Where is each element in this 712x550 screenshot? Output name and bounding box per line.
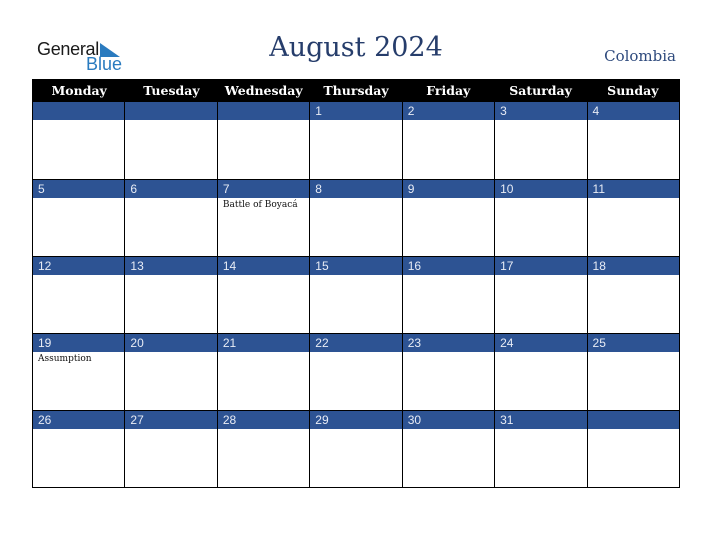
- day-number: 22: [310, 334, 402, 352]
- day-number: 9: [402, 180, 495, 198]
- day-number: 18: [587, 257, 679, 275]
- day-number: 5: [33, 180, 125, 198]
- day-number: 19: [33, 334, 125, 352]
- day-number: 28: [217, 411, 310, 429]
- weekday-label: Wednesday: [224, 83, 303, 98]
- weekday-header: Monday Tuesday Wednesday Thursday Friday…: [33, 80, 679, 102]
- day-cell[interactable]: 22: [309, 333, 402, 410]
- weekday-label: Saturday: [509, 83, 572, 98]
- day-cell[interactable]: 18: [586, 256, 679, 333]
- day-cell[interactable]: 5: [33, 179, 125, 256]
- day-cell[interactable]: 11: [586, 179, 679, 256]
- day-number: 31: [495, 411, 587, 429]
- country-label: Colombia: [604, 47, 676, 65]
- day-cell[interactable]: [586, 410, 679, 487]
- day-number: 12: [33, 257, 125, 275]
- day-number: [33, 102, 125, 120]
- week-row: 26 27 28 29 30 31: [33, 410, 679, 487]
- weekday-label: Thursday: [323, 83, 389, 98]
- day-cell[interactable]: [216, 102, 310, 179]
- day-number: 11: [587, 180, 679, 198]
- day-number: 4: [587, 102, 679, 120]
- day-cell[interactable]: 25: [586, 333, 679, 410]
- day-cell[interactable]: 20: [124, 333, 217, 410]
- day-cell[interactable]: [124, 102, 217, 179]
- day-number: 3: [495, 102, 587, 120]
- day-number: 27: [125, 411, 217, 429]
- day-cell[interactable]: 6: [124, 179, 217, 256]
- day-number: 30: [402, 411, 495, 429]
- day-number: 23: [402, 334, 495, 352]
- weekday-label: Tuesday: [143, 83, 200, 98]
- day-cell[interactable]: 7 Battle of Boyacá: [216, 179, 310, 256]
- day-number: 21: [217, 334, 310, 352]
- holiday-label: Battle of Boyacá: [222, 200, 298, 210]
- day-cell[interactable]: 4: [586, 102, 679, 179]
- day-cell[interactable]: 30: [401, 410, 495, 487]
- day-number: 10: [495, 180, 587, 198]
- day-cell[interactable]: 28: [216, 410, 310, 487]
- day-cell[interactable]: 9: [401, 179, 495, 256]
- day-number: [587, 411, 679, 429]
- day-number: 17: [495, 257, 587, 275]
- day-number: 2: [402, 102, 495, 120]
- day-cell[interactable]: 14: [216, 256, 310, 333]
- day-cell[interactable]: 12: [33, 256, 125, 333]
- day-number: [125, 102, 217, 120]
- weekday-label: Monday: [51, 83, 107, 98]
- weekday-label: Sunday: [607, 83, 659, 98]
- week-row: 19 Assumption 20 21 22 23 24 25: [33, 333, 679, 410]
- day-number: 20: [125, 334, 217, 352]
- day-cell[interactable]: 13: [124, 256, 217, 333]
- day-number: 24: [495, 334, 587, 352]
- day-cell[interactable]: 23: [401, 333, 495, 410]
- day-cell[interactable]: 16: [401, 256, 495, 333]
- day-number: 6: [125, 180, 217, 198]
- calendar-grid: Monday Tuesday Wednesday Thursday Friday…: [32, 79, 680, 488]
- day-cell[interactable]: 19 Assumption: [33, 333, 125, 410]
- day-number: 25: [587, 334, 679, 352]
- day-cell[interactable]: [33, 102, 125, 179]
- day-cell[interactable]: 8: [309, 179, 402, 256]
- day-number: 26: [33, 411, 125, 429]
- day-number: 1: [310, 102, 402, 120]
- day-number: 7: [217, 180, 310, 198]
- day-number: [217, 102, 310, 120]
- day-number: 8: [310, 180, 402, 198]
- day-cell[interactable]: 27: [124, 410, 217, 487]
- day-cell[interactable]: 21: [216, 333, 310, 410]
- day-cell[interactable]: 15: [309, 256, 402, 333]
- day-cell[interactable]: 24: [494, 333, 587, 410]
- day-cell[interactable]: 26: [33, 410, 125, 487]
- day-number: 14: [217, 257, 310, 275]
- week-row: 5 6 7 Battle of Boyacá 8 9 10 11: [33, 179, 679, 256]
- day-cell[interactable]: 3: [494, 102, 587, 179]
- weekday-label: Friday: [426, 83, 471, 98]
- day-number: 15: [310, 257, 402, 275]
- day-cell[interactable]: 10: [494, 179, 587, 256]
- day-cell[interactable]: 29: [309, 410, 402, 487]
- day-number: 16: [402, 257, 495, 275]
- day-cell[interactable]: 31: [494, 410, 587, 487]
- day-cell[interactable]: 1: [309, 102, 402, 179]
- day-number: 29: [310, 411, 402, 429]
- holiday-label: Assumption: [38, 354, 92, 364]
- day-cell[interactable]: 2: [401, 102, 495, 179]
- week-row: 1234: [33, 102, 679, 179]
- day-cell[interactable]: 17: [494, 256, 587, 333]
- day-number: 13: [125, 257, 217, 275]
- week-row: 12 13 14 15 16 17 18: [33, 256, 679, 333]
